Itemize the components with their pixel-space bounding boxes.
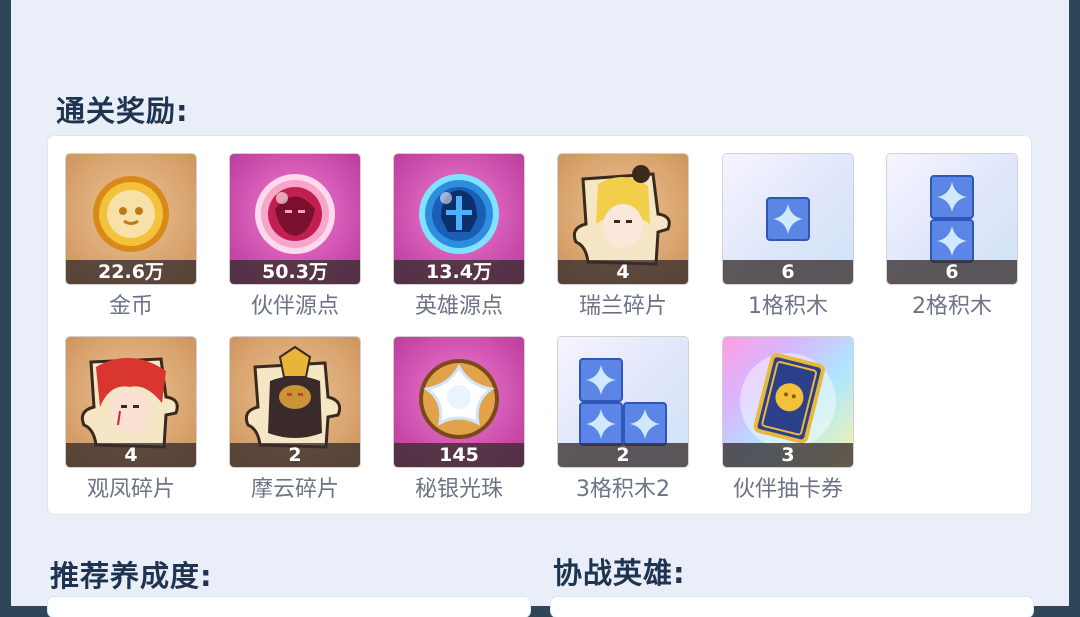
reward-item-block-2[interactable]: 6 2格积木 bbox=[887, 154, 1017, 319]
reward-quantity: 6 bbox=[887, 260, 1017, 284]
rewards-title: 通关奖励: bbox=[56, 94, 189, 128]
reward-name: 3格积木2 bbox=[576, 477, 670, 502]
reward-name: 秘银光珠 bbox=[414, 477, 503, 502]
reward-quantity: 13.4万 bbox=[394, 260, 524, 284]
reward-tile: 13.4万 bbox=[394, 154, 524, 284]
assist-heroes-title: 协战英雄: bbox=[553, 556, 686, 590]
reward-tile: 3 bbox=[723, 337, 853, 467]
reward-name: 金币 bbox=[108, 294, 153, 319]
reward-item-partner-points[interactable]: 50.3万 伙伴源点 bbox=[230, 154, 360, 319]
reward-item-block-1[interactable]: 6 1格积木 bbox=[723, 154, 853, 319]
reward-item-block-3[interactable]: 2 3格积木2 bbox=[558, 337, 688, 502]
reward-name: 观凤碎片 bbox=[86, 477, 175, 502]
reward-name: 瑞兰碎片 bbox=[578, 294, 667, 319]
recommend-level-box bbox=[48, 597, 530, 617]
reward-name: 摩云碎片 bbox=[250, 477, 339, 502]
reward-tile: 145 bbox=[394, 337, 524, 467]
reward-name: 2格积木 bbox=[912, 294, 992, 319]
reward-tile: 2 bbox=[558, 337, 688, 467]
reward-item-moyun-fragment[interactable]: 2 摩云碎片 bbox=[230, 337, 360, 502]
reward-quantity: 6 bbox=[723, 260, 853, 284]
reward-tile: 2 bbox=[230, 337, 360, 467]
reward-quantity: 3 bbox=[723, 443, 853, 467]
reward-name: 英雄源点 bbox=[414, 294, 503, 319]
reward-quantity: 4 bbox=[66, 443, 196, 467]
reward-name: 伙伴源点 bbox=[250, 294, 339, 319]
reward-quantity: 145 bbox=[394, 443, 524, 467]
reward-item-partner-card-ticket[interactable]: 3 伙伴抽卡券 bbox=[723, 337, 853, 502]
recommend-level-title: 推荐养成度: bbox=[50, 559, 213, 593]
reward-tile: 6 bbox=[723, 154, 853, 284]
reward-tile: 50.3万 bbox=[230, 154, 360, 284]
reward-tile: 4 bbox=[558, 154, 688, 284]
reward-name: 1格积木 bbox=[748, 294, 828, 319]
reward-item-guanfeng-fragment[interactable]: 4 观凤碎片 bbox=[66, 337, 196, 502]
rewards-grid: 22.6万 金币 50.3万 伙伴源点 13.4万 英雄源点 4 瑞兰碎片 6 … bbox=[48, 136, 1031, 514]
reward-quantity: 4 bbox=[558, 260, 688, 284]
assist-heroes-box bbox=[551, 597, 1033, 617]
reward-tile: 6 bbox=[887, 154, 1017, 284]
reward-quantity: 50.3万 bbox=[230, 260, 360, 284]
reward-item-mithril-pearl[interactable]: 145 秘银光珠 bbox=[394, 337, 524, 502]
reward-tile: 4 bbox=[66, 337, 196, 467]
reward-item-gold[interactable]: 22.6万 金币 bbox=[66, 154, 196, 319]
reward-item-hero-points[interactable]: 13.4万 英雄源点 bbox=[394, 154, 524, 319]
reward-quantity: 22.6万 bbox=[66, 260, 196, 284]
reward-item-ruilan-fragment[interactable]: 4 瑞兰碎片 bbox=[558, 154, 688, 319]
reward-name: 伙伴抽卡券 bbox=[732, 477, 843, 502]
reward-tile: 22.6万 bbox=[66, 154, 196, 284]
reward-quantity: 2 bbox=[558, 443, 688, 467]
reward-quantity: 2 bbox=[230, 443, 360, 467]
